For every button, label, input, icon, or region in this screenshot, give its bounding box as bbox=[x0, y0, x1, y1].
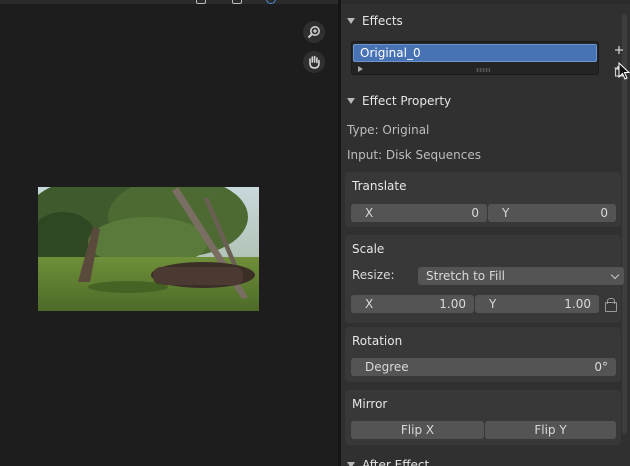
rotation-degree-label: Degree bbox=[365, 360, 409, 374]
translate-x-label: X bbox=[365, 206, 374, 220]
scale-x-label: X bbox=[365, 297, 374, 311]
flip-x-button[interactable]: Flip X bbox=[351, 421, 484, 439]
effects-section-header[interactable]: Effects bbox=[341, 10, 621, 32]
scale-y-label: Y bbox=[489, 297, 497, 311]
resize-dropdown[interactable]: Stretch to Fill bbox=[418, 267, 624, 285]
resize-label: Resize: bbox=[352, 268, 395, 282]
translate-title: Translate bbox=[352, 179, 407, 193]
effects-list[interactable]: Original_0 bbox=[351, 41, 599, 75]
list-item[interactable]: Original_0 bbox=[353, 44, 597, 62]
collapse-arrow-icon bbox=[347, 462, 355, 466]
preview-viewer[interactable] bbox=[0, 4, 338, 466]
effect-property-section-header[interactable]: Effect Property bbox=[341, 90, 621, 112]
scale-x-value: 1.00 bbox=[439, 297, 466, 311]
scale-y-value: 1.00 bbox=[564, 297, 591, 311]
scale-y-field[interactable]: Y 1.00 bbox=[475, 295, 599, 313]
collapse-arrow-icon bbox=[347, 98, 355, 104]
video-frame-preview bbox=[38, 187, 259, 311]
collapse-arrow-icon bbox=[347, 18, 355, 24]
chevron-down-icon bbox=[610, 270, 620, 280]
scale-x-field[interactable]: X 1.00 bbox=[351, 295, 474, 313]
effect-type-text: Type: Original bbox=[347, 123, 430, 137]
expand-list-icon[interactable] bbox=[358, 66, 363, 72]
zoom-in-icon[interactable] bbox=[303, 21, 325, 43]
translate-x-value: 0 bbox=[471, 206, 479, 220]
rotation-group: Rotation Degree 0° bbox=[345, 327, 621, 382]
translate-y-field[interactable]: Y 0 bbox=[488, 204, 616, 222]
after-effect-section-header[interactable]: After Effect bbox=[341, 454, 621, 466]
mouse-cursor-icon bbox=[618, 62, 630, 80]
mirror-title: Mirror bbox=[352, 397, 388, 411]
resize-dropdown-value: Stretch to Fill bbox=[426, 269, 505, 283]
plus-icon[interactable] bbox=[611, 42, 627, 58]
translate-y-value: 0 bbox=[600, 206, 608, 220]
properties-panel: Effects Original_0 Effect Property Type:… bbox=[341, 4, 630, 466]
translate-group: Translate X 0 Y 0 bbox=[345, 172, 621, 227]
flip-y-button[interactable]: Flip Y bbox=[485, 421, 616, 439]
mirror-group: Mirror Flip X Flip Y bbox=[345, 390, 621, 445]
scale-group: Scale Resize: Stretch to Fill X 1.00 Y 1… bbox=[345, 235, 624, 323]
translate-x-field[interactable]: X 0 bbox=[351, 204, 487, 222]
effect-input-text: Input: Disk Sequences bbox=[347, 148, 481, 162]
lock-ratio-icon[interactable] bbox=[605, 298, 617, 312]
rotation-degree-value: 0° bbox=[594, 360, 608, 374]
hand-pan-icon[interactable] bbox=[303, 51, 325, 73]
effect-property-header-label: Effect Property bbox=[362, 94, 452, 108]
translate-y-label: Y bbox=[502, 206, 510, 220]
rotation-degree-field[interactable]: Degree 0° bbox=[351, 358, 616, 376]
after-effect-header-label: After Effect bbox=[362, 458, 430, 466]
scale-title: Scale bbox=[352, 242, 385, 256]
flip-x-label: Flip X bbox=[400, 423, 435, 437]
resize-grip-icon[interactable] bbox=[476, 68, 490, 72]
effects-header-label: Effects bbox=[362, 14, 403, 28]
rotation-title: Rotation bbox=[352, 334, 403, 348]
flip-y-label: Flip Y bbox=[534, 423, 567, 437]
